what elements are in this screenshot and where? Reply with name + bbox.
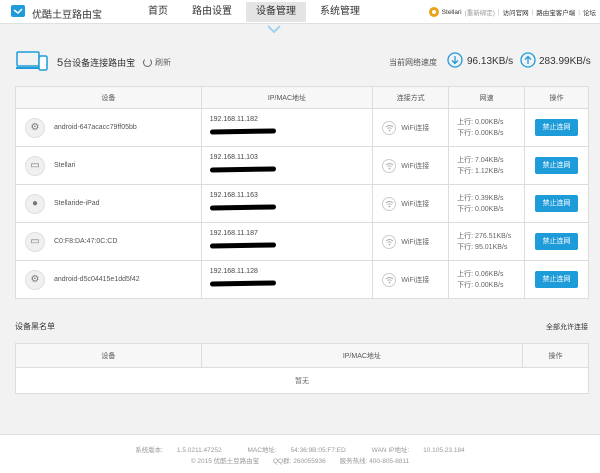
devices-icon: [16, 51, 48, 71]
device-row: ▭ C0:F8:DA:47:0C:CD 192.168.11.187 WiFi连接 上行…: [15, 222, 589, 261]
redacted-mac: [209, 204, 276, 211]
footer: 系统版本: 1.5.0211.47252 MAC地址: 54:36:9B:05:…: [0, 434, 600, 473]
redacted-mac: [209, 242, 276, 249]
device-ip: 192.168.11.103: [209, 154, 258, 161]
device-name: Stellaride-iPad: [54, 200, 100, 207]
col-speed: 网速: [448, 86, 526, 109]
copyright: © 2015 优酷土豆路由宝: [190, 458, 260, 465]
device-row: ⚙ android-647acacc79ff05bb 192.168.11.182 W…: [15, 108, 589, 147]
apple-icon: ●: [25, 193, 45, 214]
refresh-button[interactable]: 刷新: [143, 57, 171, 68]
status-strip: 5台设备连接路由宝 刷新 当前网络速度 96.13KB/s 283.99KB/s: [0, 34, 600, 88]
upload-rate: 上行: 276.51KB/s: [457, 232, 512, 240]
upload-speed: 283.99KB/s: [539, 56, 591, 67]
rebind-link[interactable]: (重新绑定): [465, 7, 495, 17]
upload-arrow-icon: [520, 52, 536, 68]
android-icon: ⚙: [25, 117, 45, 138]
upload-rate: 上行: 0.39KB/s: [457, 194, 504, 202]
block-network-button[interactable]: 禁止连网: [535, 157, 579, 174]
block-network-button[interactable]: 禁止连网: [535, 119, 579, 136]
blacklist-title: 设备黑名单: [15, 322, 55, 331]
bl-col-ip-mac: IP/MAC地址: [200, 343, 524, 368]
download-rate: 下行: 95.01KB/s: [457, 243, 508, 251]
nav-system-management[interactable]: 系统管理: [310, 2, 370, 22]
nav-home[interactable]: 首页: [138, 2, 178, 22]
devices-table: 设备 IP/MAC地址 连接方式 网速 操作 ⚙ android-647acacc…: [15, 86, 589, 299]
mac-address: 54:36:9B:05:F7:ED: [290, 447, 346, 454]
block-network-button[interactable]: 禁止连网: [535, 233, 579, 250]
upload-rate: 上行: 0.00KB/s: [457, 118, 504, 126]
block-network-button[interactable]: 禁止连网: [535, 271, 579, 288]
user-area: Stellari (重新绑定) | 访问官网 | 路由宝客户端 | 论坛: [428, 7, 596, 17]
download-rate: 下行: 1.12KB/s: [457, 167, 504, 175]
allow-all-link[interactable]: 全部允许连接: [546, 322, 588, 332]
wifi-icon: [382, 234, 397, 249]
redacted-mac: [209, 166, 276, 173]
col-device: 设备: [15, 86, 202, 109]
laptop-icon: ▭: [25, 231, 45, 252]
device-count: 5台设备连接路由宝: [57, 57, 136, 69]
laptop-icon: ▭: [25, 155, 45, 176]
download-rate: 下行: 0.00KB/s: [457, 281, 504, 289]
device-ip: 192.168.11.182: [209, 116, 258, 123]
wifi-icon: [382, 158, 397, 173]
wifi-icon: [382, 196, 397, 211]
download-rate: 下行: 0.00KB/s: [457, 205, 504, 213]
upload-rate: 上行: 7.04KB/s: [457, 156, 504, 164]
wifi-icon: [382, 272, 397, 287]
block-network-button[interactable]: 禁止连网: [535, 195, 579, 212]
bl-col-action: 操作: [522, 343, 589, 368]
device-name: android-d5c04415e1dd5f42: [54, 276, 140, 283]
device-name: C0:F8:DA:47:0C:CD: [54, 238, 118, 245]
device-name: android-647acacc79ff05bb: [54, 124, 137, 131]
device-ip: 192.168.11.163: [209, 192, 258, 199]
download-speed: 96.13KB/s: [467, 56, 514, 67]
blacklist-table: 设备 IP/MAC地址 操作 暂无: [15, 343, 589, 394]
col-action: 操作: [524, 86, 589, 109]
connection-type: WiFi连接: [401, 276, 430, 284]
footer-contact: © 2015 优酷土豆路由宝 QQ群: 260055936 服务热线: 400-…: [0, 456, 600, 467]
user-avatar-icon: [428, 7, 439, 17]
user-name: Stellari: [441, 8, 462, 16]
col-ip-mac: IP/MAC地址: [200, 86, 374, 109]
nav-caret-icon: [267, 25, 281, 33]
device-ip: 192.168.11.187: [209, 230, 258, 237]
hotline: 服务热线: 400-805-8811: [339, 458, 410, 465]
brand-name: 优酷土豆路由宝: [32, 10, 102, 21]
connection-type: WiFi连接: [401, 162, 430, 170]
client-link[interactable]: 路由宝客户端: [536, 7, 575, 17]
download-rate: 下行: 0.00KB/s: [457, 129, 504, 137]
connection-type: WiFi连接: [401, 124, 430, 132]
wan-ip: 10.105.23.184: [423, 447, 465, 454]
download-arrow-icon: [447, 52, 463, 68]
connection-type: WiFi连接: [401, 200, 430, 208]
device-name: Stellari: [54, 162, 76, 169]
device-row: ▭ Stellari 192.168.11.103 WiFi连接 上行: 7.04KB/…: [15, 146, 589, 185]
nav-router-settings[interactable]: 路由设置: [182, 2, 242, 22]
bl-col-device: 设备: [15, 343, 202, 368]
redacted-mac: [209, 280, 276, 287]
col-connection: 连接方式: [372, 86, 450, 109]
forum-link[interactable]: 论坛: [583, 7, 596, 17]
android-icon: ⚙: [25, 269, 45, 290]
refresh-icon: [143, 58, 152, 67]
device-row: ⚙ android-d5c04415e1dd5f42 192.168.11.128 W…: [15, 260, 589, 299]
main-nav: 首页 路由设置 设备管理 系统管理: [138, 2, 374, 22]
upload-rate: 上行: 0.06KB/s: [457, 270, 504, 278]
device-ip: 192.168.11.128: [209, 268, 258, 275]
nav-device-management[interactable]: 设备管理: [246, 2, 306, 22]
footer-system-info: 系统版本: 1.5.0211.47252 MAC地址: 54:36:9B:05:…: [135, 447, 465, 454]
connection-type: WiFi连接: [401, 238, 430, 246]
speed-label: 当前网络速度: [389, 58, 437, 67]
device-row: ● Stellaride-iPad 192.168.11.163 WiFi连接 上行: …: [15, 184, 589, 223]
top-header: 优酷土豆路由宝 首页 路由设置 设备管理 系统管理 Stellari (重新绑定…: [0, 0, 600, 24]
blacklist-empty: 暂无: [15, 367, 589, 394]
router-logo-icon: [11, 5, 25, 17]
firmware-version: 1.5.0211.47252: [176, 447, 222, 454]
qq-group: QQ群: 260055936: [273, 458, 326, 465]
redacted-mac: [209, 128, 276, 135]
wifi-icon: [382, 120, 397, 135]
official-site-link[interactable]: 访问官网: [503, 7, 529, 17]
